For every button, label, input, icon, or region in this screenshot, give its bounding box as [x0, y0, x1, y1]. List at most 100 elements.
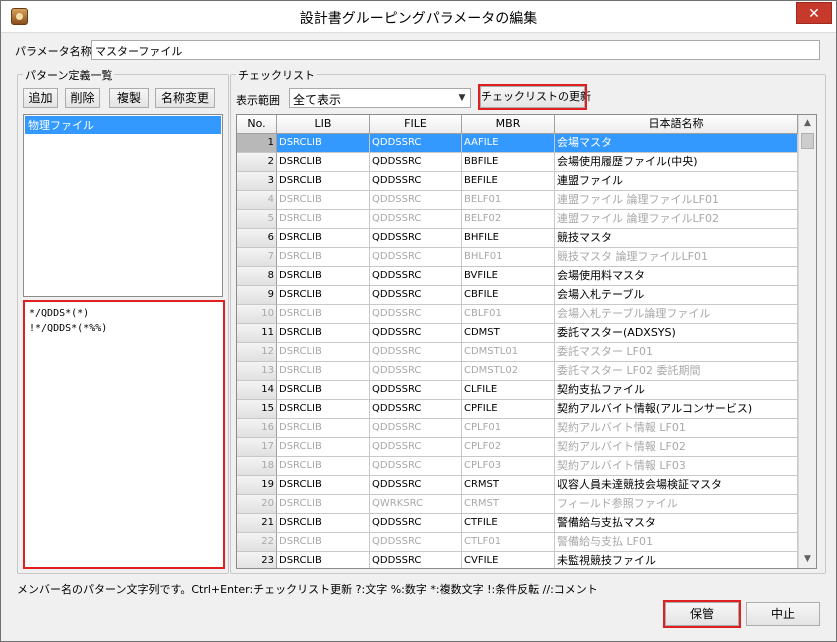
cell-mbr[interactable]: CRMST	[462, 495, 555, 514]
scroll-down-icon[interactable]: ▼	[799, 551, 816, 568]
cell-no[interactable]: 13	[237, 362, 277, 381]
cell-mbr[interactable]: BEFILE	[462, 172, 555, 191]
cell-no[interactable]: 20	[237, 495, 277, 514]
cell-lib[interactable]: DSRCLIB	[277, 172, 370, 191]
cell-no[interactable]: 3	[237, 172, 277, 191]
cell-no[interactable]: 17	[237, 438, 277, 457]
cell-file[interactable]: QDDSSRC	[370, 248, 462, 267]
cell-no[interactable]: 14	[237, 381, 277, 400]
cell-name[interactable]: 収容人員未達競技会場検証マスタ	[555, 476, 798, 495]
save-button[interactable]: 保管	[663, 600, 741, 628]
cell-file[interactable]: QDDSSRC	[370, 134, 462, 153]
cell-mbr[interactable]: CPLF03	[462, 457, 555, 476]
cell-mbr[interactable]: CDMSTL01	[462, 343, 555, 362]
col-header-lib[interactable]: LIB	[277, 115, 370, 134]
cell-name[interactable]: 警備給与支払マスタ	[555, 514, 798, 533]
cell-lib[interactable]: DSRCLIB	[277, 457, 370, 476]
range-select[interactable]: 全て表示 ▼	[289, 88, 471, 108]
cell-file[interactable]: QDDSSRC	[370, 457, 462, 476]
cell-mbr[interactable]: CTFILE	[462, 514, 555, 533]
cell-lib[interactable]: DSRCLIB	[277, 552, 370, 568]
cell-file[interactable]: QDDSSRC	[370, 552, 462, 568]
cell-name[interactable]: フィールド参照ファイル	[555, 495, 798, 514]
cell-file[interactable]: QDDSSRC	[370, 533, 462, 552]
cell-lib[interactable]: DSRCLIB	[277, 191, 370, 210]
cell-no[interactable]: 2	[237, 153, 277, 172]
cell-name[interactable]: 競技マスタ 論理ファイルLF01	[555, 248, 798, 267]
cell-mbr[interactable]: CTLF01	[462, 533, 555, 552]
cell-lib[interactable]: DSRCLIB	[277, 286, 370, 305]
cell-mbr[interactable]: CDMST	[462, 324, 555, 343]
cell-mbr[interactable]: CDMSTL02	[462, 362, 555, 381]
cell-name[interactable]: 未監視競技ファイル	[555, 552, 798, 568]
cell-lib[interactable]: DSRCLIB	[277, 305, 370, 324]
cell-no[interactable]: 16	[237, 419, 277, 438]
cell-file[interactable]: QDDSSRC	[370, 286, 462, 305]
cell-mbr[interactable]: CPLF01	[462, 419, 555, 438]
cell-mbr[interactable]: BELF02	[462, 210, 555, 229]
add-button[interactable]: 追加	[23, 88, 58, 108]
cell-file[interactable]: QDDSSRC	[370, 191, 462, 210]
cell-lib[interactable]: DSRCLIB	[277, 438, 370, 457]
cell-name[interactable]: 委託マスター(ADXSYS)	[555, 324, 798, 343]
table-row[interactable]: 23 DSRCLIB QDDSSRC CVFILE 未監視競技ファイル	[237, 552, 798, 568]
cell-lib[interactable]: DSRCLIB	[277, 153, 370, 172]
cell-mbr[interactable]: CRMST	[462, 476, 555, 495]
table-row[interactable]: 3 DSRCLIB QDDSSRC BEFILE 連盟ファイル	[237, 172, 798, 191]
scroll-thumb[interactable]	[801, 133, 814, 149]
cell-lib[interactable]: DSRCLIB	[277, 210, 370, 229]
cell-no[interactable]: 4	[237, 191, 277, 210]
cell-name[interactable]: 契約アルバイト情報 LF03	[555, 457, 798, 476]
cell-file[interactable]: QDDSSRC	[370, 400, 462, 419]
cell-file[interactable]: QDDSSRC	[370, 343, 462, 362]
cell-mbr[interactable]: CLFILE	[462, 381, 555, 400]
table-row[interactable]: 22 DSRCLIB QDDSSRC CTLF01 警備給与支払 LF01	[237, 533, 798, 552]
cell-file[interactable]: QDDSSRC	[370, 324, 462, 343]
cell-name[interactable]: 委託マスター LF01	[555, 343, 798, 362]
cell-name[interactable]: 連盟ファイル	[555, 172, 798, 191]
cell-file[interactable]: QDDSSRC	[370, 476, 462, 495]
cell-file[interactable]: QWRKSRC	[370, 495, 462, 514]
cell-lib[interactable]: DSRCLIB	[277, 495, 370, 514]
cell-file[interactable]: QDDSSRC	[370, 305, 462, 324]
param-name-field[interactable]: マスターファイル	[91, 40, 820, 60]
cell-name[interactable]: 委託マスター LF02 委託期間	[555, 362, 798, 381]
table-row[interactable]: 9 DSRCLIB QDDSSRC CBFILE 会場入札テーブル	[237, 286, 798, 305]
table-row[interactable]: 16 DSRCLIB QDDSSRC CPLF01 契約アルバイト情報 LF01	[237, 419, 798, 438]
cell-name[interactable]: 警備給与支払 LF01	[555, 533, 798, 552]
cell-file[interactable]: QDDSSRC	[370, 267, 462, 286]
delete-button[interactable]: 削除	[65, 88, 100, 108]
cell-file[interactable]: QDDSSRC	[370, 362, 462, 381]
table-row[interactable]: 19 DSRCLIB QDDSSRC CRMST 収容人員未達競技会場検証マスタ	[237, 476, 798, 495]
table-row[interactable]: 18 DSRCLIB QDDSSRC CPLF03 契約アルバイト情報 LF03	[237, 457, 798, 476]
cell-lib[interactable]: DSRCLIB	[277, 400, 370, 419]
cell-mbr[interactable]: CBFILE	[462, 286, 555, 305]
cell-file[interactable]: QDDSSRC	[370, 419, 462, 438]
pattern-list-item[interactable]: 物理ファイル	[25, 116, 221, 134]
cell-no[interactable]: 8	[237, 267, 277, 286]
table-row[interactable]: 11 DSRCLIB QDDSSRC CDMST 委託マスター(ADXSYS)	[237, 324, 798, 343]
cell-no[interactable]: 15	[237, 400, 277, 419]
cell-no[interactable]: 9	[237, 286, 277, 305]
table-row[interactable]: 8 DSRCLIB QDDSSRC BVFILE 会場使用料マスタ	[237, 267, 798, 286]
cell-mbr[interactable]: CPLF02	[462, 438, 555, 457]
cell-lib[interactable]: DSRCLIB	[277, 248, 370, 267]
cell-no[interactable]: 1	[237, 134, 277, 153]
cell-mbr[interactable]: AAFILE	[462, 134, 555, 153]
cell-no[interactable]: 18	[237, 457, 277, 476]
cell-file[interactable]: QDDSSRC	[370, 172, 462, 191]
cancel-button[interactable]: 中止	[746, 602, 820, 626]
cell-no[interactable]: 11	[237, 324, 277, 343]
rename-button[interactable]: 名称変更	[155, 88, 215, 108]
table-row[interactable]: 10 DSRCLIB QDDSSRC CBLF01 会場入札テーブル論理ファイル	[237, 305, 798, 324]
table-row[interactable]: 7 DSRCLIB QDDSSRC BHLF01 競技マスタ 論理ファイルLF01	[237, 248, 798, 267]
cell-no[interactable]: 21	[237, 514, 277, 533]
cell-mbr[interactable]: CBLF01	[462, 305, 555, 324]
cell-name[interactable]: 競技マスタ	[555, 229, 798, 248]
cell-lib[interactable]: DSRCLIB	[277, 514, 370, 533]
cell-no[interactable]: 5	[237, 210, 277, 229]
cell-file[interactable]: QDDSSRC	[370, 514, 462, 533]
cell-file[interactable]: QDDSSRC	[370, 210, 462, 229]
cell-no[interactable]: 10	[237, 305, 277, 324]
cell-name[interactable]: 契約アルバイト情報(アルコンサービス)	[555, 400, 798, 419]
